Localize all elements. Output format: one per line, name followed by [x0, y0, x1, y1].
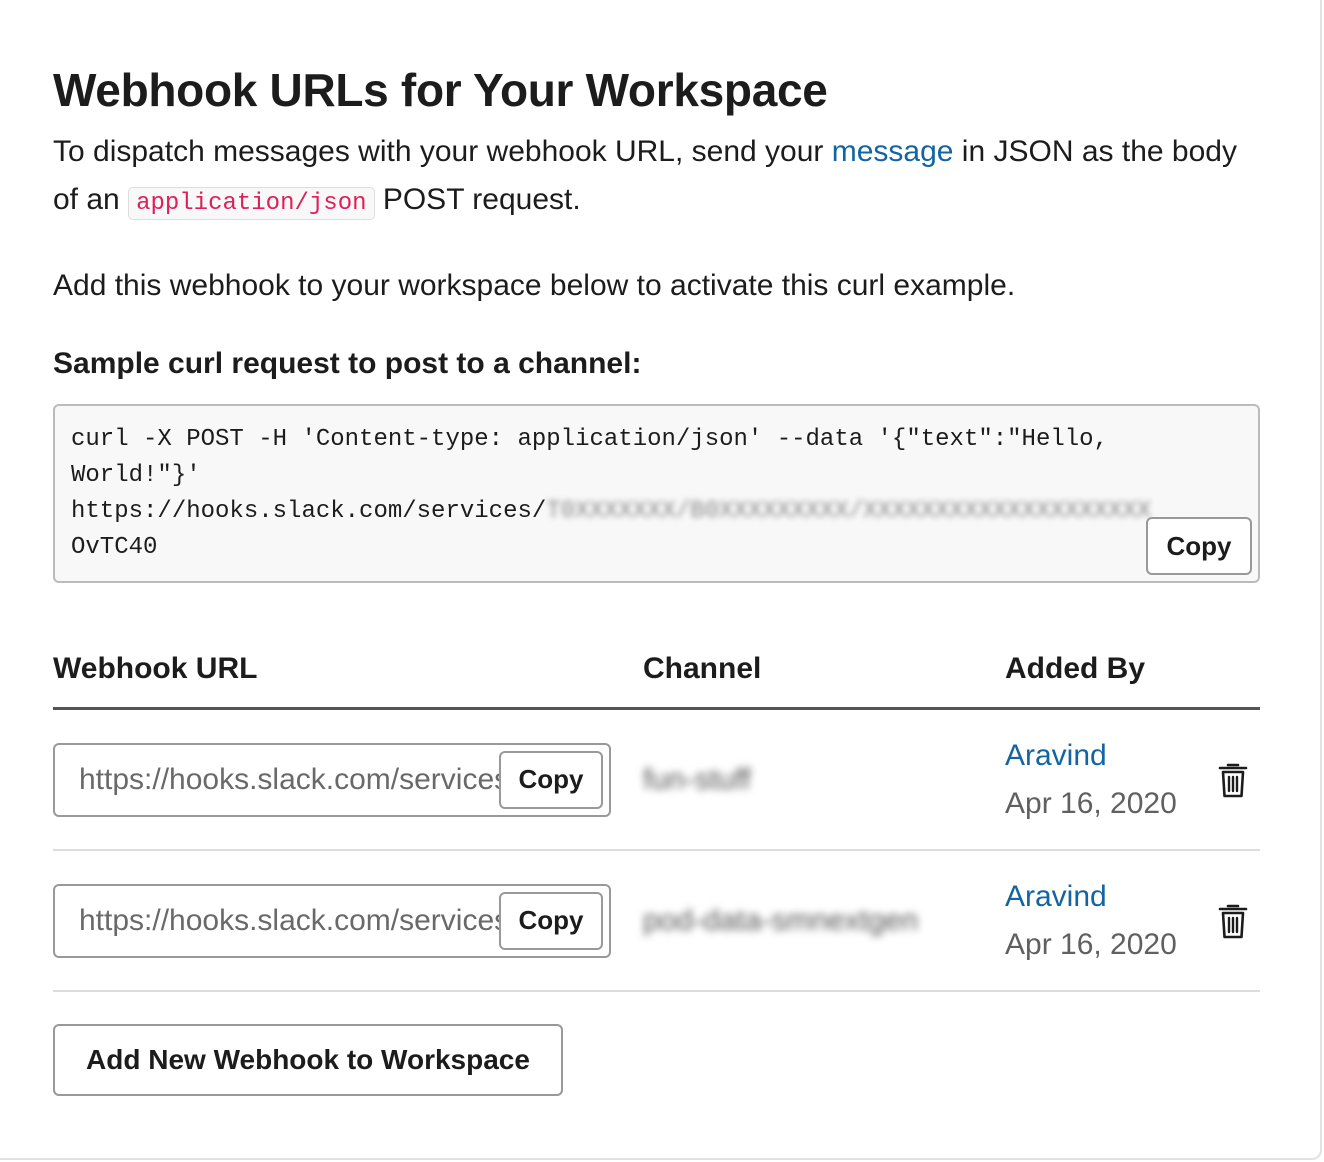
row-added-cell: Aravind Apr 16, 2020: [1005, 732, 1205, 828]
row-channel-cell: pod-data-smnextgen: [643, 904, 1005, 938]
channel-name: pod-data-smnextgen: [643, 903, 919, 937]
webhook-url-input[interactable]: [79, 744, 509, 815]
added-by-info: Aravind Apr 16, 2020: [1005, 732, 1205, 828]
webhook-url-field: Copy: [53, 742, 611, 817]
row-action-cell: [1205, 761, 1260, 799]
added-by-user-link[interactable]: Aravind: [1005, 873, 1205, 921]
table-row: Copy fun-stuff Aravind Apr 16, 2020: [53, 710, 1260, 851]
copy-webhook-url-button[interactable]: Copy: [499, 750, 603, 809]
curl-code-end: OvTC40: [71, 534, 158, 561]
curl-code-hidden: T0XXXXXXX/B0XXXXXXXXX/XXXXXXXXXXXXXXXXXX…: [546, 498, 1152, 525]
added-date: Apr 16, 2020: [1005, 786, 1177, 820]
row-channel-cell: fun-stuff: [643, 763, 1005, 797]
table-header: Webhook URL Channel Added By: [53, 631, 1260, 710]
content-type-code: application/json: [128, 187, 375, 220]
added-date: Apr 16, 2020: [1005, 927, 1177, 961]
header-channel: Channel: [643, 652, 762, 685]
webhook-table: Webhook URL Channel Added By Copy fun-st…: [53, 631, 1260, 992]
added-by-info: Aravind Apr 16, 2020: [1005, 873, 1205, 969]
channel-name: fun-stuff: [643, 762, 751, 796]
activate-text: Add this webhook to your workspace below…: [53, 269, 1016, 302]
row-action-cell: [1205, 902, 1260, 940]
webhook-url-input[interactable]: [79, 885, 509, 956]
curl-code-block: curl -X POST -H 'Content-type: applicati…: [53, 404, 1260, 583]
row-url-cell: Copy: [53, 883, 643, 958]
intro-after-code: POST request.: [374, 183, 581, 216]
row-added-cell: Aravind Apr 16, 2020: [1005, 873, 1205, 969]
trash-icon[interactable]: [1218, 761, 1248, 799]
intro-text: To dispatch messages with your webhook U…: [53, 128, 1253, 228]
row-url-cell: Copy: [53, 742, 643, 817]
webhook-url-field: Copy: [53, 883, 611, 958]
table-row: Copy pod-data-smnextgen Aravind Apr 16, …: [53, 851, 1260, 992]
added-by-user-link[interactable]: Aravind: [1005, 732, 1205, 780]
message-link[interactable]: message: [832, 135, 954, 168]
page-title: Webhook URLs for Your Workspace: [53, 64, 828, 116]
header-webhook-url: Webhook URL: [53, 652, 258, 685]
sample-curl-label: Sample curl request to post to a channel…: [53, 347, 642, 380]
trash-icon[interactable]: [1218, 902, 1248, 940]
intro-before-link: To dispatch messages with your webhook U…: [53, 135, 832, 168]
copy-curl-button[interactable]: Copy: [1146, 517, 1252, 575]
copy-webhook-url-button[interactable]: Copy: [499, 891, 603, 950]
webhook-content: Webhook URLs for Your Workspace To dispa…: [53, 60, 1260, 1096]
add-new-webhook-button[interactable]: Add New Webhook to Workspace: [53, 1024, 563, 1096]
webhook-card: Webhook URLs for Your Workspace To dispa…: [0, 0, 1322, 1160]
header-added-by: Added By: [1005, 652, 1146, 685]
